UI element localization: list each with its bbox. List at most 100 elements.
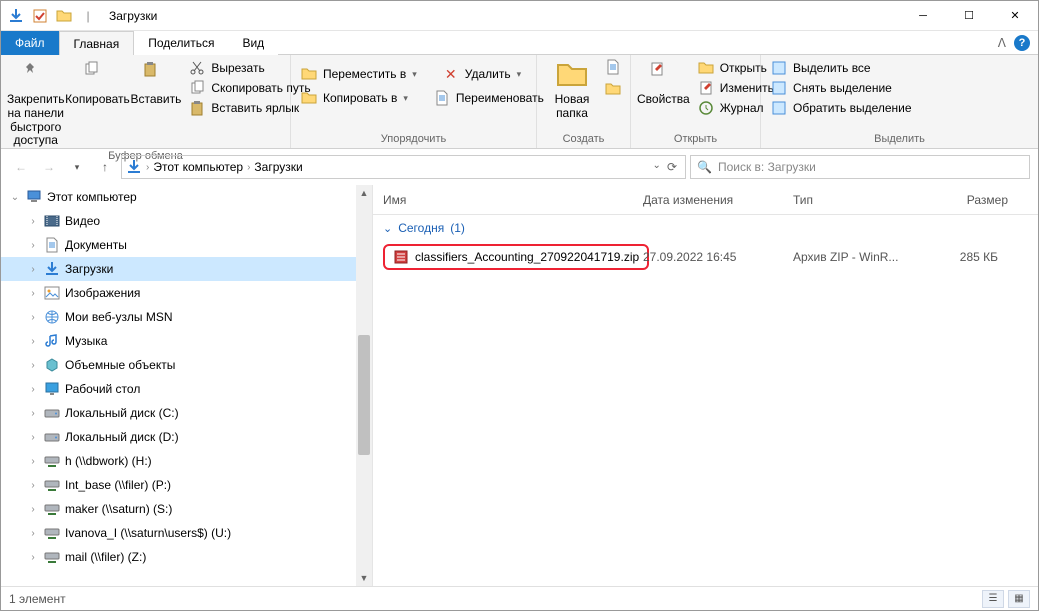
- tree-item[interactable]: ›maker (\\saturn) (S:): [1, 497, 372, 521]
- scroll-thumb[interactable]: [358, 335, 370, 455]
- scroll-down-icon[interactable]: ▼: [356, 570, 372, 586]
- tree-item[interactable]: ›Видео: [1, 209, 372, 233]
- tree-item[interactable]: ›Локальный диск (C:): [1, 401, 372, 425]
- tree-item-label: Мои веб-узлы MSN: [65, 310, 172, 324]
- tab-share[interactable]: Поделиться: [134, 31, 228, 55]
- select-none-button[interactable]: Снять выделение: [767, 79, 916, 97]
- tree-item[interactable]: ›Int_base (\\filer) (P:): [1, 473, 372, 497]
- delete-button[interactable]: ✕Удалить▾: [439, 65, 525, 83]
- tree-item-label: Музыка: [65, 334, 107, 348]
- col-size[interactable]: Размер: [933, 193, 1038, 207]
- select-all-button[interactable]: Выделить все: [767, 59, 916, 77]
- tab-file[interactable]: Файл: [1, 31, 59, 55]
- status-text: 1 элемент: [9, 592, 66, 606]
- rename-button[interactable]: Переименовать: [430, 89, 548, 107]
- tree-item-label: Ivanova_I (\\saturn\users$) (U:): [65, 526, 231, 540]
- copy-to-button[interactable]: Копировать в▾: [297, 89, 412, 107]
- tree-item[interactable]: ›mail (\\filer) (Z:): [1, 545, 372, 569]
- tree-root[interactable]: ⌄Этот компьютер: [1, 185, 372, 209]
- view-large-icon[interactable]: ▦: [1008, 590, 1030, 608]
- refresh-icon[interactable]: ⟳: [667, 160, 677, 174]
- file-row[interactable]: classifiers_Accounting_270922041719.zip …: [373, 241, 1038, 273]
- breadcrumb-root-icon[interactable]: [126, 159, 142, 175]
- easy-access-icon[interactable]: [605, 81, 621, 97]
- tree-item-label: Int_base (\\filer) (P:): [65, 478, 171, 492]
- search-box[interactable]: 🔍 Поиск в: Загрузки: [690, 155, 1030, 179]
- view-details-icon[interactable]: ☰: [982, 590, 1004, 608]
- col-name[interactable]: Имя: [373, 193, 633, 207]
- help-icon[interactable]: ?: [1014, 35, 1030, 51]
- netdisk-icon: [43, 452, 61, 470]
- new-folder-button[interactable]: Новая папка: [543, 57, 601, 121]
- netdisk-icon: [43, 476, 61, 494]
- col-date[interactable]: Дата изменения: [633, 193, 783, 207]
- nav-tree: ⌄Этот компьютер›Видео›Документы›Загрузки…: [1, 185, 373, 586]
- paste-button[interactable]: Вставить: [130, 57, 181, 107]
- tree-item[interactable]: ›Мои веб-узлы MSN: [1, 305, 372, 329]
- copy-button[interactable]: Копировать: [68, 57, 126, 107]
- qat-folder-icon[interactable]: [53, 5, 75, 27]
- breadcrumb[interactable]: › Этот компьютер › Загрузки ⌄ ⟳: [121, 155, 686, 179]
- address-bar: ← → ▾ ↑ › Этот компьютер › Загрузки ⌄ ⟳ …: [1, 149, 1038, 185]
- tree-item-label: mail (\\filer) (Z:): [65, 550, 146, 564]
- zip-icon: [393, 249, 409, 265]
- ribbon-tabs: Файл Главная Поделиться Вид ᐱ ?: [1, 31, 1038, 55]
- ribbon: Закрепить на панели быстрого доступа Коп…: [1, 55, 1038, 149]
- tree-item[interactable]: ›h (\\dbwork) (H:): [1, 449, 372, 473]
- chevron-right-icon[interactable]: ›: [146, 162, 149, 173]
- file-size: 285 КБ: [943, 250, 1028, 264]
- tree-item-label: Загрузки: [65, 262, 113, 276]
- group-organize-label: Упорядочить: [297, 131, 530, 148]
- nav-back-button[interactable]: ←: [9, 155, 33, 179]
- col-type[interactable]: Тип: [783, 193, 933, 207]
- chevron-right-icon[interactable]: ›: [247, 162, 250, 173]
- web-icon: [43, 308, 61, 326]
- tree-item[interactable]: ›Загрузки: [1, 257, 372, 281]
- disk-icon: [43, 428, 61, 446]
- tree-item[interactable]: ›Музыка: [1, 329, 372, 353]
- file-type: Архив ZIP - WinR...: [793, 250, 943, 264]
- title-bar: | Загрузки ─ ☐ ✕: [1, 1, 1038, 31]
- tree-item[interactable]: ›Документы: [1, 233, 372, 257]
- invert-selection-button[interactable]: Обратить выделение: [767, 99, 916, 117]
- tree-item-label: Локальный диск (D:): [65, 430, 179, 444]
- qat-properties-icon[interactable]: [29, 5, 51, 27]
- tree-scrollbar[interactable]: ▲ ▼: [356, 185, 372, 586]
- tree-item-label: Видео: [65, 214, 100, 228]
- nav-forward-button[interactable]: →: [37, 155, 61, 179]
- nav-up-button[interactable]: ↑: [93, 155, 117, 179]
- breadcrumb-dropdown-icon[interactable]: ⌄: [653, 160, 661, 174]
- breadcrumb-pc[interactable]: Этот компьютер: [153, 160, 243, 174]
- close-button[interactable]: ✕: [992, 1, 1038, 31]
- breadcrumb-downloads[interactable]: Загрузки: [254, 160, 302, 174]
- download-icon: [43, 260, 61, 278]
- netdisk-icon: [43, 524, 61, 542]
- image-icon: [43, 284, 61, 302]
- window-title: Загрузки: [103, 9, 157, 23]
- tree-item[interactable]: ›Локальный диск (D:): [1, 425, 372, 449]
- minimize-button[interactable]: ─: [900, 1, 946, 31]
- maximize-button[interactable]: ☐: [946, 1, 992, 31]
- move-to-button[interactable]: Переместить в▾: [297, 65, 421, 83]
- tree-item-label: Локальный диск (C:): [65, 406, 179, 420]
- tree-item[interactable]: ›Рабочий стол: [1, 377, 372, 401]
- chevron-down-icon: ⌄: [383, 222, 392, 235]
- desktop-icon: [43, 380, 61, 398]
- tree-item[interactable]: ›Объемные объекты: [1, 353, 372, 377]
- video-icon: [43, 212, 61, 230]
- qat-divider: |: [77, 5, 99, 27]
- pin-quick-access-button[interactable]: Закрепить на панели быстрого доступа: [7, 57, 64, 148]
- tab-view[interactable]: Вид: [228, 31, 278, 55]
- nav-recent-button[interactable]: ▾: [65, 155, 89, 179]
- ribbon-collapse-icon[interactable]: ᐱ: [998, 36, 1006, 50]
- file-name: classifiers_Accounting_270922041719.zip: [415, 250, 639, 264]
- tree-item[interactable]: ›Ivanova_I (\\saturn\users$) (U:): [1, 521, 372, 545]
- group-header[interactable]: ⌄ Сегодня (1): [373, 215, 1038, 241]
- qat-download-icon[interactable]: [5, 5, 27, 27]
- tree-item-label: Документы: [65, 238, 127, 252]
- properties-button[interactable]: Свойства: [637, 57, 690, 107]
- new-item-icon[interactable]: [605, 59, 621, 75]
- tree-item[interactable]: ›Изображения: [1, 281, 372, 305]
- tab-home[interactable]: Главная: [59, 31, 135, 55]
- scroll-up-icon[interactable]: ▲: [356, 185, 372, 201]
